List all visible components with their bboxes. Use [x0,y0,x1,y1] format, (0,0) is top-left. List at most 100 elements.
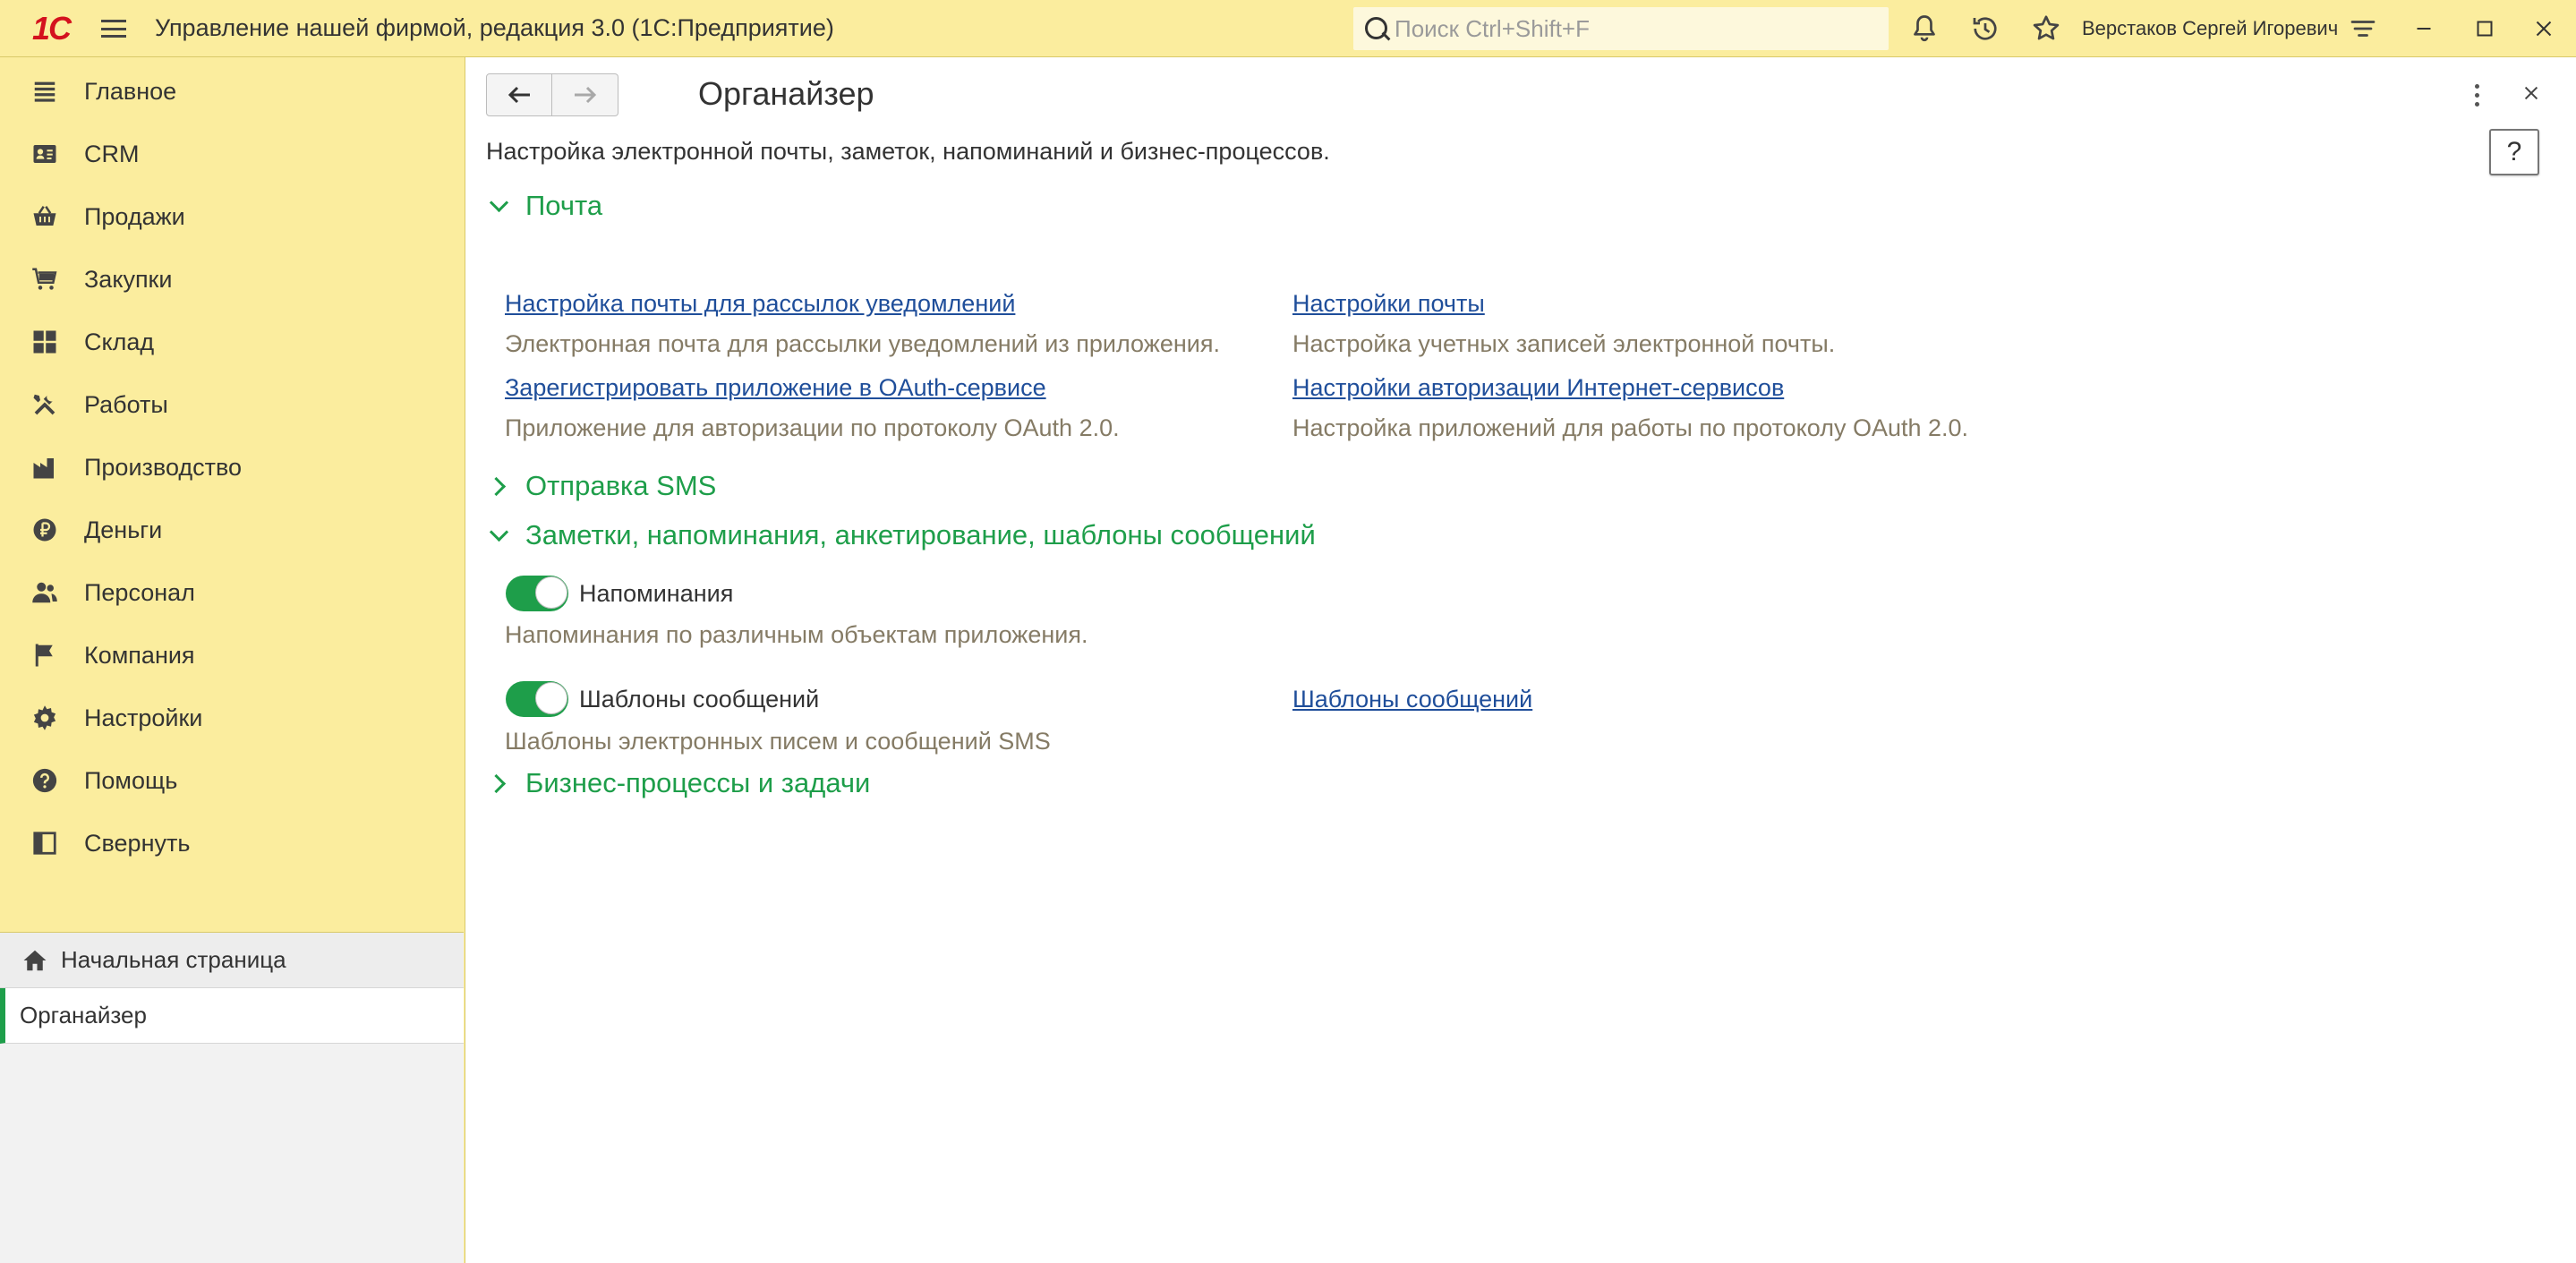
group-notes-header[interactable]: Заметки, напоминания, анкетирование, шаб… [488,519,1316,551]
internet-services-auth-hint: Настройка приложений для работы по прото… [1292,414,1969,441]
sidebar-item-label: Закупки [84,265,173,293]
sidebar-item-label: Работы [84,390,168,418]
sidebar-item-company[interactable]: Компания [0,624,464,687]
oauth-register-link[interactable]: Зарегистрировать приложение в OAuth-серв… [505,374,1046,402]
arrow-right-icon [574,86,596,104]
sidebar-item-label: Главное [84,77,177,105]
title-bar: 1С Управление нашей фирмой, редакция 3.0… [0,0,2576,57]
sidebar-item-label: Продажи [84,202,185,230]
list-icon [29,75,61,107]
form-description: Настройка электронной почты, заметок, на… [486,138,1330,165]
open-window-organizer[interactable]: Органайзер [0,988,464,1044]
people-icon [29,576,61,609]
oauth-register-hint: Приложение для авторизации по протоколу … [505,414,1120,441]
sidebar-item-production[interactable]: Производство [0,436,464,499]
reminders-label[interactable]: Напоминания [579,580,733,608]
reminders-toggle[interactable] [506,576,568,611]
sidebar-item-label: CRM [84,140,140,167]
sidebar-item-sales[interactable]: Продажи [0,185,464,248]
chevron-right-icon [488,475,509,497]
minimize-icon[interactable] [2404,9,2444,48]
main-menu-icon[interactable] [97,14,131,43]
app-title: Управление нашей фирмой, редакция 3.0 (1… [155,14,834,41]
sidebar-item-label: Помощь [84,766,178,794]
sidebar-item-warehouse[interactable]: Склад [0,311,464,373]
search-icon[interactable] [1359,11,1395,47]
internet-services-auth-link[interactable]: Настройки авторизации Интернет-сервисов [1292,374,1784,402]
sections-panel: Главное CRM Продажи Закупки Склад Работы… [0,57,465,1263]
mail-settings-link[interactable]: Настройки почты [1292,290,1485,318]
collapse-panel-icon [29,827,61,859]
settings-menu-icon[interactable] [2343,9,2383,48]
open-window-label: Начальная страница [61,946,286,973]
sidebar-item-help[interactable]: Помощь [0,749,464,812]
contact-card-icon [29,138,61,170]
forward-button[interactable] [552,73,618,116]
sidebar-item-personnel[interactable]: Персонал [0,561,464,624]
sidebar-item-label: Свернуть [84,829,191,857]
sidebar-item-label: Деньги [84,516,163,543]
organizer-form: Органайзер ? Настройка электронной почты… [466,57,2576,1263]
sidebar-item-collapse[interactable]: Свернуть [0,812,464,875]
user-name[interactable]: Верстаков Сергей Игоревич [2082,17,2338,40]
templates-hint: Шаблоны электронных писем и сообщений SM… [505,728,1051,755]
page-title: Органайзер [698,75,874,112]
favorites-star-icon[interactable] [2026,9,2066,48]
more-actions-icon[interactable] [2459,77,2495,113]
sidebar-item-works[interactable]: Работы [0,373,464,436]
history-navigation [486,73,618,116]
group-label: Заметки, напоминания, анкетирование, шаб… [525,519,1316,550]
reminders-hint: Напоминания по различным объектам прилож… [505,621,1088,648]
search-input[interactable] [1395,11,1889,47]
search-box[interactable] [1353,7,1889,50]
group-sms-header[interactable]: Отправка SMS [488,470,716,502]
sidebar-item-label: Производство [84,453,243,481]
bell-icon[interactable] [1905,9,1944,48]
open-window-home[interactable]: Начальная страница [0,933,464,988]
group-business-processes-header[interactable]: Бизнес-процессы и задачи [488,767,870,799]
open-window-label: Органайзер [20,1002,147,1028]
maximize-icon[interactable] [2465,9,2504,48]
sidebar-item-main[interactable]: Главное [0,60,464,123]
logo-text: 1С [31,10,72,47]
close-window-icon[interactable] [2524,9,2563,48]
group-label: Почта [525,190,603,221]
arrow-left-icon [508,86,530,104]
group-mail-header[interactable]: Почта [488,190,602,222]
templates-toggle-row: Шаблоны сообщений [506,681,819,717]
sidebar-item-crm[interactable]: CRM [0,123,464,185]
sidebar-item-label: Настройки [84,704,203,731]
factory-icon [29,451,61,483]
home-icon [21,947,48,974]
templates-label[interactable]: Шаблоны сообщений [579,686,819,713]
mail-settings-hint: Настройка учетных записей электронной по… [1292,330,1836,357]
1c-logo[interactable]: 1С [20,10,82,47]
sidebar-item-money[interactable]: Деньги [0,499,464,561]
gear-icon [29,702,61,734]
group-label: Бизнес-процессы и задачи [525,767,871,798]
templates-toggle[interactable] [506,681,568,717]
mail-notifications-hint: Электронная почта для рассылки уведомлен… [505,330,1220,357]
chevron-down-icon [488,525,509,546]
sidebar-item-settings[interactable]: Настройки [0,687,464,749]
history-icon[interactable] [1966,9,2005,48]
sidebar-item-label: Склад [84,328,155,355]
open-windows-panel: Начальная страница Органайзер [0,932,464,1263]
cart-icon [29,263,61,295]
basket-icon [29,201,61,233]
warehouse-grid-icon [29,326,61,358]
message-templates-link[interactable]: Шаблоны сообщений [1292,686,1532,713]
tools-icon [29,388,61,421]
ruble-icon [29,514,61,546]
mail-notifications-settings-link[interactable]: Настройка почты для рассылок уведомлений [505,290,1015,318]
help-button[interactable]: ? [2489,129,2539,175]
chevron-right-icon [488,772,509,794]
close-form-icon[interactable] [2513,75,2549,111]
group-label: Отправка SMS [525,470,717,501]
sidebar-item-label: Персонал [84,578,195,606]
sidebar-item-label: Компания [84,641,195,669]
sidebar-item-purchases[interactable]: Закупки [0,248,464,311]
reminders-toggle-row: Напоминания [506,576,733,611]
chevron-down-icon [488,195,509,217]
back-button[interactable] [486,73,552,116]
